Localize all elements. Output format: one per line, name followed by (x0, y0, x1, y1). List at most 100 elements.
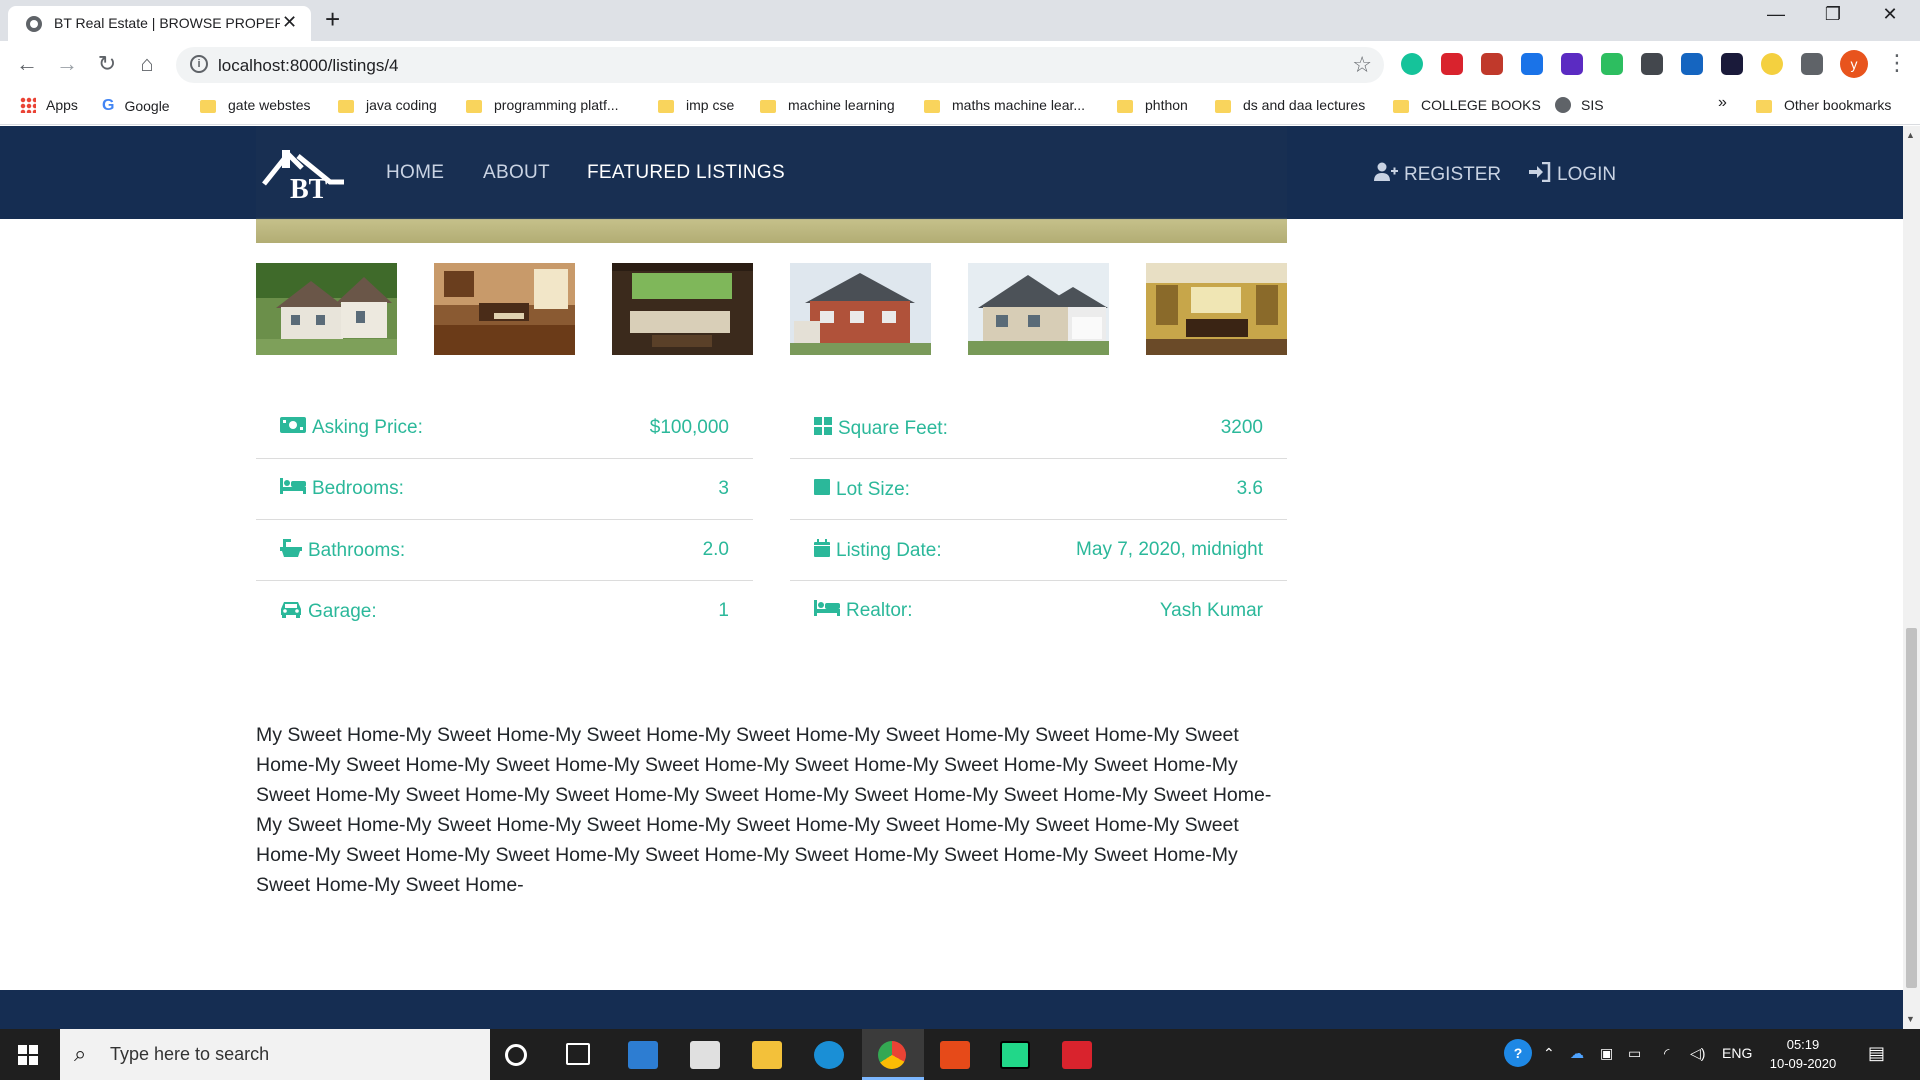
chrome-menu-icon[interactable]: ⋮ (1886, 50, 1908, 76)
bookmark-item[interactable]: SIS (1555, 97, 1604, 113)
url-text[interactable]: localhost:8000/listings/4 (218, 56, 399, 76)
battery-icon[interactable]: ▭ (1628, 1045, 1641, 1062)
back-arrow-icon[interactable]: ← (13, 51, 41, 77)
listing-thumbnail-2[interactable] (434, 263, 575, 355)
bookmark-item[interactable]: phthon (1117, 97, 1188, 113)
wifi-icon[interactable]: ◜ (1664, 1045, 1669, 1062)
pycharm-icon[interactable] (1000, 1041, 1030, 1069)
bookmark-item[interactable]: machine learning (760, 97, 895, 113)
bookmark-item[interactable]: COLLEGE BOOKS (1393, 97, 1541, 113)
display-icon[interactable]: ▣ (1600, 1045, 1613, 1062)
close-window-button[interactable]: ✕ (1870, 4, 1910, 25)
megaphone-icon[interactable] (1481, 53, 1503, 75)
extensions-puzzle-icon[interactable] (1801, 53, 1823, 75)
graduation-cap-icon[interactable] (1561, 53, 1583, 75)
nav-home[interactable]: HOME (386, 162, 444, 184)
folder-icon (200, 99, 216, 113)
site-info-icon[interactable]: i (190, 55, 208, 73)
cortana-icon[interactable] (505, 1044, 527, 1066)
new-tab-button[interactable]: + (325, 4, 340, 35)
logo-text: BT (290, 174, 328, 200)
edge-icon[interactable] (814, 1041, 844, 1069)
tray-chevron-icon[interactable]: ⌃ (1543, 1045, 1555, 1062)
page-scrollbar[interactable]: ▲ ▼ (1903, 126, 1920, 1029)
bookmarks-overflow-button[interactable]: » (1718, 94, 1727, 112)
bookmark-item[interactable]: G Google (102, 97, 170, 115)
browser-tab[interactable]: BT Real Estate | BROWSE PROPERTIES ✕ (8, 6, 311, 41)
minimize-button[interactable]: — (1756, 4, 1796, 25)
listing-thumbnail-4[interactable] (790, 263, 931, 355)
detail-value: $100,000 (649, 417, 729, 438)
windows-taskbar: ⌕ Type here to search ? ⌃ ☁ ▣ ▭ ◜ ◁) ENG… (0, 1029, 1920, 1080)
scroll-up-arrow-icon[interactable]: ▲ (1906, 130, 1915, 140)
bookmark-item[interactable]: imp cse (658, 97, 734, 113)
volume-icon[interactable]: ◁) (1690, 1045, 1705, 1062)
folder-icon (1756, 99, 1772, 113)
store-icon[interactable] (690, 1041, 720, 1069)
bookmark-item[interactable]: maths machine lear... (924, 97, 1085, 113)
nav-login[interactable]: LOGIN (1529, 161, 1616, 187)
mail-icon[interactable] (628, 1041, 658, 1069)
bt-logo[interactable]: BT (258, 146, 350, 200)
mendeley-icon[interactable] (1441, 53, 1463, 75)
office-icon[interactable] (940, 1041, 970, 1069)
acrobat-icon[interactable] (1062, 1041, 1092, 1069)
speed-icon[interactable] (1681, 53, 1703, 75)
forward-arrow-icon[interactable]: → (53, 51, 81, 77)
profile-avatar[interactable]: y (1840, 50, 1868, 78)
close-tab-icon[interactable]: ✕ (282, 12, 297, 33)
bookmark-label: SIS (1581, 97, 1604, 113)
detail-label-wrap: Listing Date: (814, 539, 942, 563)
reload-icon[interactable]: ↻ (93, 51, 121, 77)
bed-icon (814, 600, 840, 622)
scrollbar-thumb[interactable] (1906, 628, 1917, 988)
task-view-icon[interactable] (566, 1043, 590, 1065)
dark-ext-icon[interactable] (1721, 53, 1743, 75)
address-bar[interactable]: i localhost:8000/listings/4 ☆ (176, 47, 1384, 83)
evernote-icon[interactable] (1601, 53, 1623, 75)
listing-thumbnail-6[interactable] (1146, 263, 1287, 355)
detail-label-wrap: Bathrooms: (280, 539, 405, 563)
nav-about[interactable]: ABOUT (483, 162, 550, 184)
user-plus-icon (1374, 162, 1398, 187)
bookmark-item[interactable]: programming platf... (466, 97, 619, 113)
help-icon[interactable]: ? (1504, 1039, 1532, 1067)
listing-thumbnail-1[interactable] (256, 263, 397, 355)
system-clock[interactable]: 05:19 10-09-2020 (1768, 1035, 1838, 1073)
scroll-down-arrow-icon[interactable]: ▼ (1906, 1014, 1915, 1024)
bed-icon (280, 478, 306, 500)
nav-register[interactable]: REGISTER (1374, 162, 1501, 187)
language-indicator[interactable]: ENG (1722, 1045, 1752, 1061)
other-bookmarks[interactable]: Other bookmarks (1756, 97, 1891, 113)
file-explorer-icon[interactable] (752, 1041, 782, 1069)
listing-thumbnail-5[interactable] (968, 263, 1109, 355)
square-icon (814, 478, 830, 502)
bookmark-label: ds and daa lectures (1243, 97, 1366, 113)
bookmark-item[interactable]: ds and daa lectures (1215, 97, 1365, 113)
bookmark-label: programming platf... (494, 97, 619, 113)
selenium-icon[interactable] (1641, 53, 1663, 75)
restore-button[interactable]: ❐ (1813, 4, 1853, 25)
bookmark-item[interactable]: java coding (338, 97, 437, 113)
notifications-icon[interactable]: ▤ (1868, 1043, 1885, 1064)
chrome-icon[interactable] (878, 1041, 906, 1069)
grammarly-icon[interactable] (1401, 53, 1423, 75)
bookmark-star-icon[interactable]: ☆ (1352, 52, 1372, 78)
nav-featured-listings[interactable]: FEATURED LISTINGS (587, 162, 785, 184)
onedrive-icon[interactable]: ☁ (1570, 1045, 1584, 1062)
bookmark-label: maths machine lear... (952, 97, 1086, 113)
puzzle-blue-icon[interactable] (1521, 53, 1543, 75)
bookmark-item[interactable]: gate webstes (200, 97, 311, 113)
detail-label-wrap: Lot Size: (814, 478, 910, 502)
home-icon[interactable]: ⌂ (133, 51, 161, 77)
folder-icon (466, 99, 482, 113)
tab-title: BT Real Estate | BROWSE PROPERTIES (54, 15, 280, 31)
detail-label-wrap: Asking Price: (280, 417, 423, 439)
detail-label: Listing Date: (836, 540, 942, 561)
bookmark-label: Google (124, 98, 170, 114)
arrow-circle-icon[interactable] (1761, 53, 1783, 75)
windows-start-icon[interactable] (18, 1045, 38, 1065)
taskbar-search-box[interactable]: ⌕ Type here to search (60, 1029, 490, 1080)
listing-thumbnail-3[interactable] (612, 263, 753, 355)
bookmark-item[interactable]: Apps (20, 97, 78, 113)
